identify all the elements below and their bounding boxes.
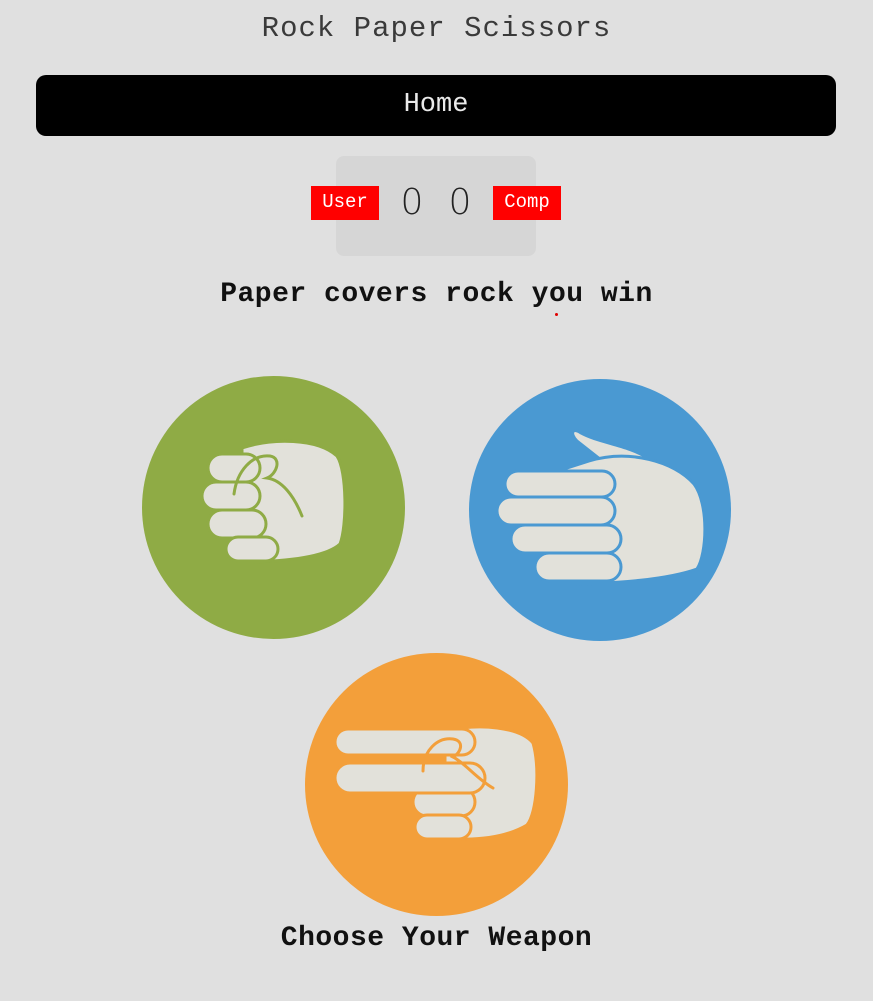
scissors-hand-icon <box>333 725 539 841</box>
page-title: Rock Paper Scissors <box>261 12 612 45</box>
choose-weapon-prompt: Choose Your Weapon <box>280 923 593 954</box>
fist-icon <box>200 439 347 564</box>
user-badge: User <box>311 186 379 220</box>
rock-button[interactable] <box>142 376 405 639</box>
comp-badge: Comp <box>493 186 561 220</box>
open-hand-icon <box>495 429 707 586</box>
home-button[interactable]: Home <box>36 75 836 136</box>
comp-score: 0 <box>448 182 472 223</box>
cursor-dot <box>555 313 558 316</box>
result-message: Paper covers rock you win <box>220 279 653 310</box>
scissors-button[interactable] <box>305 653 568 916</box>
paper-button[interactable] <box>469 379 731 641</box>
game-page: Rock Paper Scissors Home User 0 0 Comp P… <box>0 0 873 1001</box>
user-score: 0 <box>400 182 424 223</box>
